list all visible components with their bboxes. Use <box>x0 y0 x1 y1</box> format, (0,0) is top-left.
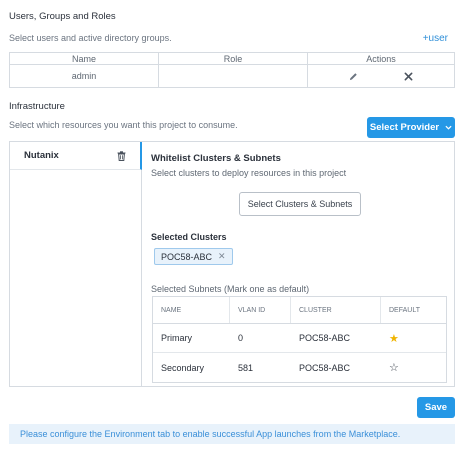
selected-clusters-label: Selected Clusters <box>151 232 227 242</box>
users-section-title: Users, Groups and Roles <box>9 11 116 22</box>
provider-item-nutanix[interactable]: Nutanix <box>10 142 142 170</box>
add-user-link[interactable]: +user <box>423 33 448 44</box>
users-table: Name Role Actions admin <box>9 52 455 88</box>
provider-name: Nutanix <box>24 150 59 161</box>
default-cell: ☆ <box>381 353 446 382</box>
subnet-name-cell: Secondary <box>161 362 205 373</box>
column-header-vlan-id: VLAN ID <box>230 297 291 323</box>
table-row: Secondary 581 POC58-ABC ☆ <box>153 353 446 382</box>
selected-subnets-label: Selected Subnets (Mark one as default) <box>151 284 310 294</box>
infrastructure-section-title: Infrastructure <box>9 101 65 112</box>
cluster-chip-label: POC58-ABC <box>161 251 213 262</box>
select-provider-button[interactable]: Select Provider <box>367 117 455 138</box>
column-header-cluster: CLUSTER <box>291 297 381 323</box>
star-filled-icon[interactable]: ★ <box>389 332 399 345</box>
remove-chip-icon[interactable]: ✕ <box>218 251 226 262</box>
infrastructure-panel: Nutanix Whitelist Clusters & Subnets Sel… <box>9 141 455 387</box>
users-table-header: Name Role Actions <box>10 53 454 65</box>
chevron-down-icon <box>445 125 452 130</box>
user-name-cell: admin <box>10 65 159 87</box>
subnet-vlan-cell: 581 <box>238 362 254 373</box>
infrastructure-section-description: Select which resources you want this pro… <box>9 120 238 130</box>
provider-details: Whitelist Clusters & Subnets Select clus… <box>151 142 454 386</box>
select-clusters-subnets-button[interactable]: Select Clusters & Subnets <box>239 192 361 216</box>
whitelist-title: Whitelist Clusters & Subnets <box>151 153 281 164</box>
subnets-table-header: NAME VLAN ID CLUSTER DEFAULT <box>153 297 446 324</box>
save-button[interactable]: Save <box>417 397 455 418</box>
table-row: Primary 0 POC58-ABC ★ <box>153 324 446 353</box>
column-header-name: Name <box>10 53 159 64</box>
subnet-vlan-cell: 0 <box>238 333 244 343</box>
environment-notice-banner: Please configure the Environment tab to … <box>9 424 455 444</box>
default-cell: ★ <box>381 324 446 352</box>
select-provider-label: Select Provider <box>369 122 440 133</box>
delete-x-icon[interactable] <box>402 69 416 83</box>
column-header-subnet-name: NAME <box>153 297 230 323</box>
user-role-cell[interactable] <box>159 65 308 87</box>
users-section-description: Select users and active directory groups… <box>9 33 172 43</box>
user-actions-cell <box>308 65 454 87</box>
cluster-chip: POC58-ABC ✕ <box>154 248 233 265</box>
column-header-actions: Actions <box>366 53 396 64</box>
table-row: admin <box>10 65 454 87</box>
subnets-table: NAME VLAN ID CLUSTER DEFAULT Primary 0 P… <box>152 296 447 383</box>
edit-pencil-icon[interactable] <box>347 69 361 83</box>
trash-icon[interactable] <box>117 150 126 161</box>
whitelist-description: Select clusters to deploy resources in t… <box>151 168 347 178</box>
star-outline-icon[interactable]: ☆ <box>389 361 399 374</box>
subnet-cluster-cell: POC58-ABC <box>299 362 351 373</box>
provider-list: Nutanix <box>10 142 142 386</box>
column-header-role: Role <box>159 53 308 64</box>
column-header-default: DEFAULT <box>389 306 420 314</box>
subnet-cluster-cell: POC58-ABC <box>299 333 351 343</box>
subnet-name-cell: Primary <box>161 333 192 343</box>
